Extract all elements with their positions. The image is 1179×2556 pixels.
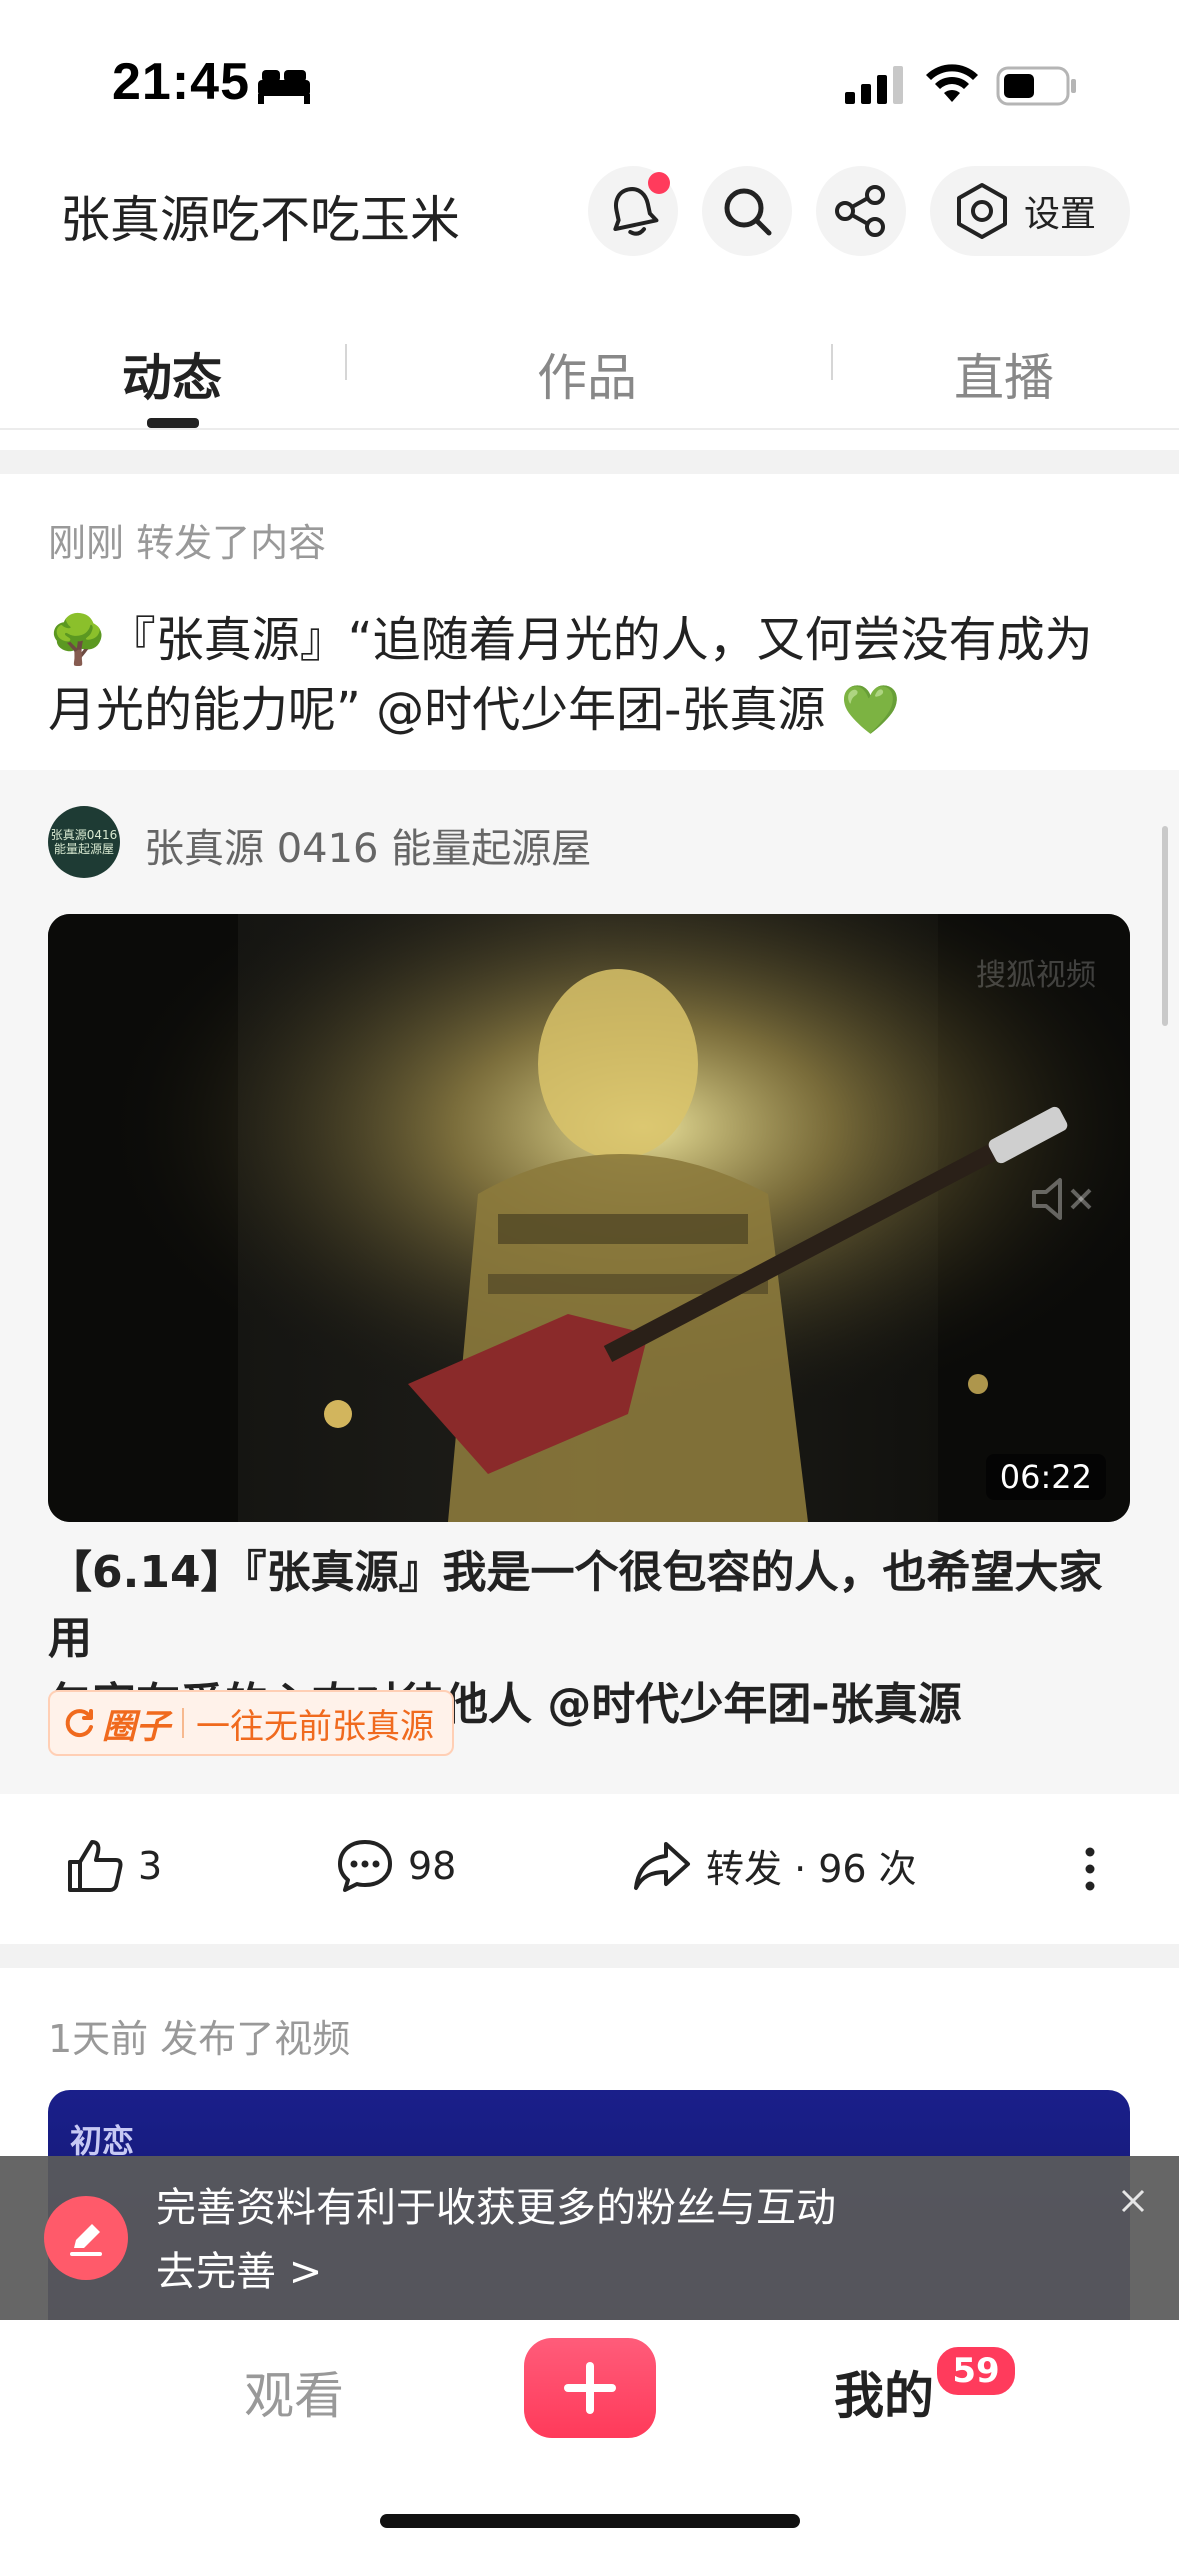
status-bar: 21:45 xyxy=(0,0,1179,150)
tab-divider xyxy=(831,344,833,380)
tabbar-watch[interactable]: 观看 xyxy=(244,2356,344,2428)
circle-refresh-icon xyxy=(65,1709,93,1738)
share-button[interactable] xyxy=(816,166,906,256)
active-tab-indicator xyxy=(147,418,199,428)
profile-completion-banner[interactable]: 完善资料有利于收获更多的粉丝与互动 去完善 > xyxy=(0,2156,1179,2320)
tab-live[interactable]: 直播 xyxy=(954,338,1054,410)
tab-dynamics[interactable]: 动态 xyxy=(122,338,222,410)
home-indicator xyxy=(380,2514,800,2528)
plus-icon xyxy=(564,2362,616,2414)
search-button[interactable] xyxy=(702,166,792,256)
video-frame-image xyxy=(48,914,1130,1522)
repost-arrow-icon xyxy=(634,1841,690,1890)
profile-header: 张真源吃不吃玉米 设置 xyxy=(0,150,1179,278)
video-duration: 06:22 xyxy=(985,1454,1106,1500)
tab-works[interactable]: 作品 xyxy=(537,338,637,410)
mute-icon[interactable] xyxy=(1030,1174,1096,1224)
repost-label: 转发 · 96 次 xyxy=(706,1847,917,1891)
search-icon xyxy=(724,188,772,236)
comment-button[interactable]: 98 xyxy=(336,1838,456,1894)
video-thumbnail[interactable]: 搜狐视频 06:22 xyxy=(48,914,1130,1522)
source-avatar[interactable]: 张真源0416 能量起源屋 xyxy=(48,806,120,878)
banner-text: 完善资料有利于收获更多的粉丝与互动 去完善 > xyxy=(156,2176,836,2304)
sleep-focus-icon xyxy=(258,70,310,104)
profile-tabs: 动态 作品 直播 xyxy=(0,288,1179,430)
section-divider xyxy=(0,450,1179,474)
post-meta: 1天前 发布了视频 xyxy=(48,2017,351,2061)
reposted-content[interactable]: 张真源0416 能量起源屋 张真源 0416 能量起源屋 搜狐视频 06:22 … xyxy=(0,770,1179,1794)
thumbs-up-icon xyxy=(68,1840,123,1892)
comment-bubble-icon xyxy=(338,1840,392,1892)
page-title: 张真源吃不吃玉米 xyxy=(60,191,460,249)
circle-tag-name: 一往无前张真源 xyxy=(196,1706,434,1747)
status-time: 21:45 xyxy=(112,53,250,111)
scrollbar[interactable] xyxy=(1162,826,1168,1026)
video-title-line: 【6.14】『张真源』我是一个很包容的人，也希望大家用 xyxy=(48,1547,1103,1664)
circle-tag[interactable]: 圈子 一往无前张真源 xyxy=(48,1690,454,1756)
settings-button[interactable]: 设置 xyxy=(930,166,1130,256)
like-count: 3 xyxy=(138,1844,163,1888)
banner-message: 完善资料有利于收获更多的粉丝与互动 xyxy=(156,2185,836,2231)
comment-count: 98 xyxy=(408,1844,457,1888)
tabbar-mine[interactable]: 我的 xyxy=(834,2356,934,2428)
battery-icon xyxy=(996,66,1076,106)
close-icon[interactable] xyxy=(1120,2188,1146,2214)
edit-pencil-icon xyxy=(44,2196,128,2280)
post-action-bar: 3 98 转发 · 96 次 xyxy=(0,1794,1179,1944)
share-icon xyxy=(835,185,885,237)
post-text[interactable]: 🌳『张真源』“追随着月光的人，又何尝没有成为 月光的能力呢” @时代少年团-张真… xyxy=(48,605,1128,745)
cellular-signal-icon xyxy=(845,66,903,104)
wifi-icon xyxy=(926,64,978,102)
unread-badge: 59 xyxy=(934,2344,1018,2398)
settings-label: 设置 xyxy=(1024,194,1097,235)
circle-tag-label: 圈子 xyxy=(102,1706,170,1747)
repost-button[interactable]: 转发 · 96 次 xyxy=(632,1838,917,1893)
post-text-line: 月光的能力呢” @时代少年团-张真源 💚 xyxy=(48,682,901,738)
post-text-line: 🌳『张真源』“追随着月光的人，又何尝没有成为 xyxy=(48,612,1093,668)
tab-divider xyxy=(345,344,347,380)
circle-tag-divider xyxy=(182,1708,184,1738)
banner-action-link[interactable]: 去完善 > xyxy=(156,2240,836,2304)
more-options-icon[interactable] xyxy=(1080,1844,1100,1894)
notification-dot xyxy=(648,172,670,194)
settings-hexagon-icon xyxy=(957,183,1007,239)
video-watermark: 搜狐视频 xyxy=(976,958,1096,993)
like-button[interactable]: 3 xyxy=(66,1838,162,1894)
section-divider xyxy=(0,1944,1179,1968)
notification-button[interactable] xyxy=(588,166,678,256)
create-post-button[interactable] xyxy=(524,2338,656,2438)
source-name[interactable]: 张真源 0416 能量起源屋 xyxy=(144,816,591,874)
post-meta: 刚刚 转发了内容 xyxy=(48,521,327,565)
